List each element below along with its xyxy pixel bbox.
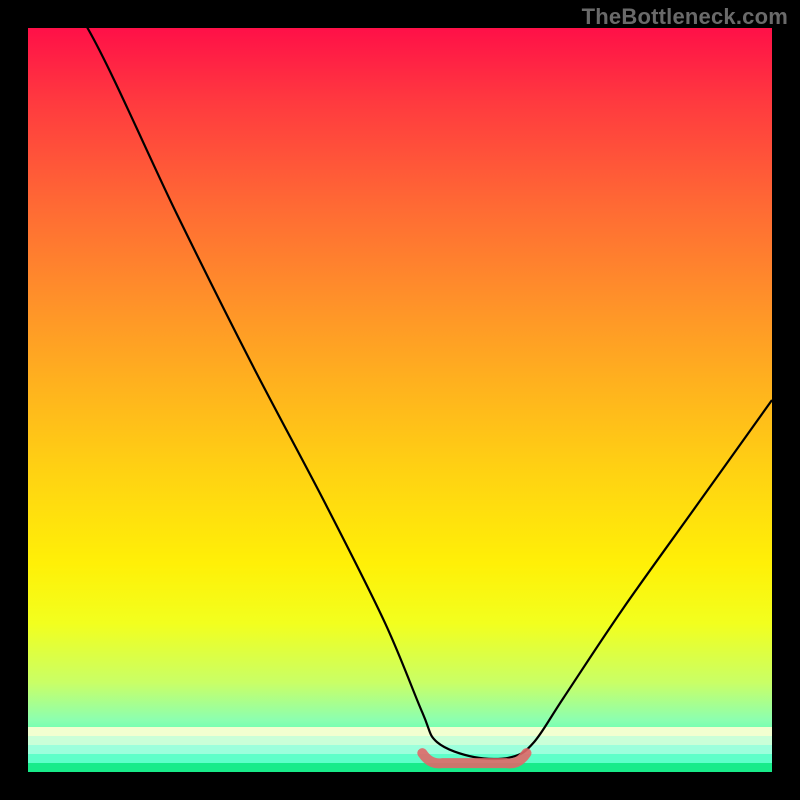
curve-layer	[28, 28, 772, 772]
watermark-text: TheBottleneck.com	[582, 4, 788, 30]
plot-area	[28, 28, 772, 772]
chart-frame: TheBottleneck.com	[0, 0, 800, 800]
bottleneck-curve	[28, 28, 772, 759]
